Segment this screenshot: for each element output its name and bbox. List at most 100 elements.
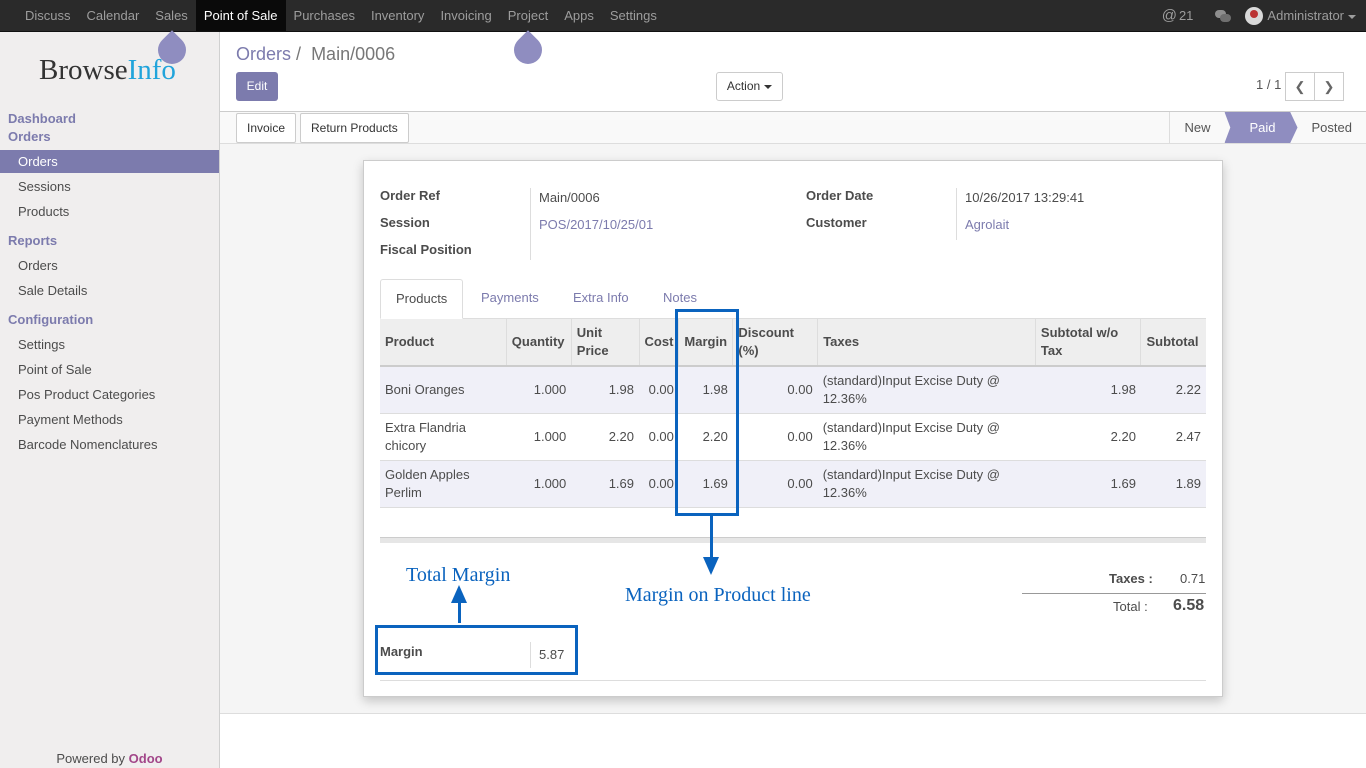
menu-invoicing[interactable]: Invoicing <box>432 0 499 31</box>
sidebar-section-dashboard[interactable]: Dashboard <box>8 111 76 126</box>
cell-unit-price: 1.69 <box>571 460 640 508</box>
cell-subtotal-wo-tax: 1.98 <box>1035 366 1141 414</box>
cell-product: Extra Flandria chicory <box>380 413 507 461</box>
col-product[interactable]: Product <box>380 319 507 367</box>
cell-cost: 0.00 <box>639 460 679 508</box>
menu-purchases[interactable]: Purchases <box>286 0 363 31</box>
stage-posted[interactable]: Posted <box>1298 112 1366 143</box>
return-products-button[interactable]: Return Products <box>300 113 409 143</box>
sidebar-section-reports[interactable]: Reports <box>8 233 57 248</box>
caret-down-icon <box>764 84 773 89</box>
sidebar-item-report-orders[interactable]: Orders <box>0 254 219 277</box>
tab-products[interactable]: Products <box>380 279 464 319</box>
order-date-value: 10/26/2017 13:29:41 <box>965 190 1085 205</box>
field-divider <box>530 188 531 260</box>
user-name: Administrator <box>1267 8 1344 23</box>
totals-divider <box>1022 593 1206 594</box>
col-taxes[interactable]: Taxes <box>817 319 1036 367</box>
systray: @ 21 Administrator <box>1162 0 1356 31</box>
menu-apps[interactable]: Apps <box>556 0 602 31</box>
col-unit-price[interactable]: Unit Price <box>570 319 640 367</box>
edit-button[interactable]: Edit <box>236 72 278 101</box>
sidebar-item-sale-details[interactable]: Sale Details <box>0 279 219 302</box>
col-subtotal[interactable]: Subtotal <box>1140 319 1206 367</box>
logo-part1: Browse <box>39 54 128 86</box>
chevron-right-icon: ❯ <box>1323 79 1335 94</box>
menu-discuss[interactable]: Discuss <box>17 0 79 31</box>
field-divider <box>956 188 957 240</box>
customer-link[interactable]: Agrolait <box>965 217 1009 232</box>
sidebar-item-pos-product-categories[interactable]: Pos Product Categories <box>0 383 219 406</box>
menu-settings[interactable]: Settings <box>602 0 665 31</box>
table-row[interactable]: Golden Apples Perlim 1.000 1.69 0.00 1.6… <box>380 460 1206 508</box>
col-subtotal-wo-tax[interactable]: Subtotal w/o Tax <box>1034 319 1141 367</box>
annotation-arrow-line <box>710 516 713 558</box>
total-margin-highlight <box>375 625 578 675</box>
cell-subtotal-wo-tax: 2.20 <box>1035 413 1141 461</box>
breadcrumb-orders[interactable]: Orders <box>236 44 291 64</box>
chevron-left-icon: ❮ <box>1294 79 1306 94</box>
menu-project[interactable]: Project <box>500 0 556 31</box>
sidebar-item-payment-methods[interactable]: Payment Methods <box>0 408 219 431</box>
sidebar-item-point-of-sale[interactable]: Point of Sale <box>0 358 219 381</box>
sidebar-section-configuration[interactable]: Configuration <box>8 312 93 327</box>
cell-unit-price: 1.98 <box>571 366 640 414</box>
cell-product: Golden Apples Perlim <box>380 460 507 508</box>
tab-extra-info[interactable]: Extra Info <box>558 279 644 319</box>
pager-next-button[interactable]: ❯ <box>1314 72 1344 101</box>
sidebar-item-settings[interactable]: Settings <box>0 333 219 356</box>
sidebar-item-products[interactable]: Products <box>0 200 219 223</box>
sidebar-item-barcode-nomenclatures[interactable]: Barcode Nomenclatures <box>0 433 219 456</box>
form-sheet: Order Ref Session Fiscal Position Main/0… <box>363 160 1223 697</box>
annotation-arrow-line <box>458 602 461 623</box>
arrow-up-icon <box>451 585 467 603</box>
sidebar-item-sessions[interactable]: Sessions <box>0 175 219 198</box>
cell-unit-price: 2.20 <box>571 413 640 461</box>
mention-icon[interactable]: @ <box>1162 7 1177 24</box>
breadcrumb: Orders / Main/0006 <box>236 44 395 65</box>
order-lines-table: Product Quantity Unit Price Cost Margin … <box>380 319 1206 508</box>
taxes-label: Taxes : <box>1109 571 1153 586</box>
user-avatar[interactable] <box>1245 6 1264 25</box>
tab-payments[interactable]: Payments <box>466 279 554 319</box>
cell-taxes: (standard)Input Excise Duty @ 12.36% <box>817 460 1036 508</box>
table-row[interactable]: Extra Flandria chicory 1.000 2.20 0.00 2… <box>380 413 1206 461</box>
col-cost[interactable]: Cost <box>638 319 679 367</box>
stage-paid[interactable]: Paid <box>1224 112 1298 143</box>
cell-subtotal: 1.89 <box>1140 460 1206 508</box>
stage-pipeline: New Paid Posted <box>1169 112 1366 143</box>
order-date-label: Order Date <box>806 188 874 203</box>
cell-subtotal-wo-tax: 1.69 <box>1035 460 1141 508</box>
invoice-button[interactable]: Invoice <box>236 113 297 143</box>
menu-inventory[interactable]: Inventory <box>363 0 432 31</box>
pager-value: 1 / 1 <box>1256 77 1282 92</box>
cell-cost: 0.00 <box>639 366 679 414</box>
order-ref-value: Main/0006 <box>539 190 600 205</box>
menu-sales[interactable]: Sales <box>147 0 196 31</box>
taxes-value: 0.71 <box>1180 571 1206 586</box>
sidebar-section-orders[interactable]: Orders <box>8 129 51 144</box>
caret-down-icon <box>1348 14 1356 19</box>
mention-count[interactable]: 21 <box>1179 8 1193 23</box>
menu-calendar[interactable]: Calendar <box>79 0 148 31</box>
col-quantity[interactable]: Quantity <box>505 319 572 367</box>
chat-icon[interactable] <box>1215 9 1232 22</box>
stage-new[interactable]: New <box>1169 112 1224 143</box>
total-value: 6.58 <box>1173 597 1205 614</box>
col-discount[interactable]: Discount (%) <box>732 319 818 367</box>
sheet-divider <box>380 680 1206 681</box>
table-row[interactable]: Boni Oranges 1.000 1.98 0.00 1.98 0.00 (… <box>380 366 1206 414</box>
user-menu[interactable]: Administrator <box>1267 8 1356 23</box>
powered-by-text: Powered by <box>56 751 126 766</box>
pager-previous-button[interactable]: ❮ <box>1285 72 1315 101</box>
arrow-down-icon <box>703 557 719 575</box>
menu-point-of-sale[interactable]: Point of Sale <box>195 0 286 31</box>
cell-cost: 0.00 <box>639 413 679 461</box>
total-label: Total : <box>1113 599 1148 614</box>
control-panel: Orders / Main/0006 Edit Action 1 / 1 ❮ ❯ <box>220 32 1366 112</box>
session-link[interactable]: POS/2017/10/25/01 <box>539 217 653 232</box>
cell-subtotal: 2.22 <box>1140 366 1206 414</box>
odoo-link[interactable]: Odoo <box>129 751 163 766</box>
sidebar-item-orders[interactable]: Orders <box>0 150 219 173</box>
action-dropdown[interactable]: Action <box>716 72 783 101</box>
